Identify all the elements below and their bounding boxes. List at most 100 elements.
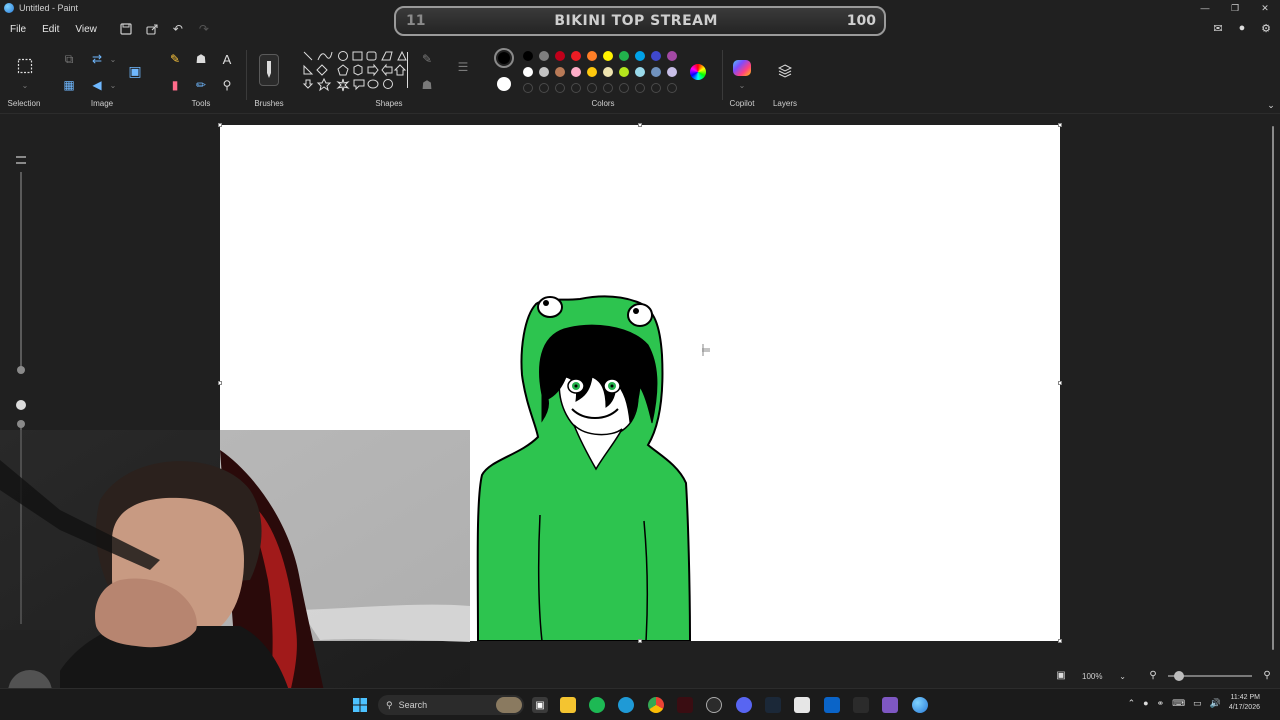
shapes-scrollbar[interactable] xyxy=(407,52,408,88)
menu-file[interactable]: File xyxy=(2,24,34,35)
undo-icon[interactable]: ↶ xyxy=(165,19,191,39)
vertical-scrollbar[interactable] xyxy=(1270,118,1276,658)
microphone-icon[interactable]: ⚭ xyxy=(1157,698,1165,709)
feedback-icon[interactable]: ✉ xyxy=(1210,20,1226,36)
file-explorer-icon[interactable] xyxy=(560,697,576,713)
resize-dropdown-icon[interactable]: ⌄ xyxy=(104,50,122,68)
color-swatch[interactable] xyxy=(587,51,597,61)
settings-gear-icon[interactable]: ⚙ xyxy=(1258,20,1274,36)
selection-dropdown-icon[interactable]: ⌄ xyxy=(16,76,34,94)
chrome-icon[interactable] xyxy=(648,697,664,713)
image-select-icon[interactable]: ▣ xyxy=(126,62,144,80)
color-swatch[interactable] xyxy=(571,51,581,61)
remove-background-icon[interactable]: ▦ xyxy=(60,76,78,94)
color-swatch[interactable] xyxy=(651,51,661,61)
custom-color-slot[interactable] xyxy=(603,83,613,93)
volume-icon[interactable]: 🔊 xyxy=(1210,698,1221,709)
canvas-handle-tr[interactable] xyxy=(1058,123,1062,127)
minimize-icon[interactable]: — xyxy=(1190,0,1220,16)
color-swatch[interactable] xyxy=(555,67,565,77)
zoom-level-dropdown[interactable]: 100% ⌄ xyxy=(1076,669,1132,683)
brush-icon[interactable] xyxy=(259,54,279,86)
canvas-handle-br[interactable] xyxy=(1058,639,1062,643)
discord-icon[interactable] xyxy=(736,697,752,713)
custom-color-slot[interactable] xyxy=(539,83,549,93)
edit-colors-icon[interactable] xyxy=(690,64,706,80)
color-swatch[interactable] xyxy=(667,67,677,77)
color-swatch[interactable] xyxy=(651,67,661,77)
clock[interactable]: 11:42 PM 4/17/2026 xyxy=(1229,693,1260,713)
copilot-icon[interactable] xyxy=(733,60,751,76)
custom-color-slot[interactable] xyxy=(523,83,533,93)
task-view-icon[interactable]: ▣ xyxy=(532,697,548,713)
app-icon-purple[interactable] xyxy=(882,697,898,713)
custom-color-slot[interactable] xyxy=(667,83,677,93)
save-icon[interactable] xyxy=(113,19,139,39)
rectangle-select-icon[interactable] xyxy=(15,56,35,76)
copilot-dropdown-icon[interactable]: ⌄ xyxy=(733,76,751,94)
maximize-icon[interactable]: ❐ xyxy=(1220,0,1250,16)
color-swatch[interactable] xyxy=(571,67,581,77)
windows-start-icon[interactable] xyxy=(352,697,368,713)
tray-app-icon[interactable]: ● xyxy=(1143,698,1148,708)
color-swatch[interactable] xyxy=(603,51,613,61)
canvas-handle-right[interactable] xyxy=(1058,381,1062,385)
color-swatch[interactable] xyxy=(523,67,533,77)
widgets-icon[interactable] xyxy=(496,697,522,713)
spotify-icon[interactable] xyxy=(589,697,605,713)
canvas-handle-bottom[interactable] xyxy=(638,639,642,643)
layers-icon[interactable] xyxy=(776,62,794,80)
color-swatch[interactable] xyxy=(539,67,549,77)
custom-color-slot[interactable] xyxy=(587,83,597,93)
custom-color-slot[interactable] xyxy=(571,83,581,93)
display-icon[interactable]: ▭ xyxy=(1193,698,1202,709)
pencil-icon[interactable]: ✎ xyxy=(166,50,184,68)
color-swatch[interactable] xyxy=(603,67,613,77)
color-swatch[interactable] xyxy=(619,51,629,61)
custom-color-slot[interactable] xyxy=(555,83,565,93)
canvas-handle-top[interactable] xyxy=(638,123,642,127)
eraser-icon[interactable]: ▮ xyxy=(166,76,184,94)
shapes-gallery-icon[interactable] xyxy=(302,50,408,100)
share-icon[interactable] xyxy=(139,19,165,39)
color-swatch[interactable] xyxy=(635,51,645,61)
magnifier-icon[interactable]: ⚲ xyxy=(218,76,236,94)
fill-bucket-icon[interactable]: ☗ xyxy=(192,50,210,68)
color-swatch[interactable] xyxy=(619,67,629,77)
tray-overflow-icon[interactable]: ⌃ xyxy=(1128,698,1136,709)
custom-color-slot[interactable] xyxy=(619,83,629,93)
color-swatch[interactable] xyxy=(555,51,565,61)
steam-icon[interactable] xyxy=(765,697,781,713)
secondary-color-swatch[interactable] xyxy=(497,77,511,91)
color-swatch[interactable] xyxy=(587,67,597,77)
canvas-handle-left[interactable] xyxy=(218,381,222,385)
menu-edit[interactable]: Edit xyxy=(34,24,67,35)
primary-color-swatch[interactable] xyxy=(494,48,514,68)
ribbon-collapse-icon[interactable]: ⌄ xyxy=(1262,96,1280,114)
paint-taskbar-icon[interactable] xyxy=(912,697,928,713)
account-icon[interactable]: ● xyxy=(1234,20,1250,36)
color-swatch[interactable] xyxy=(523,51,533,61)
color-picker-icon[interactable]: ✏ xyxy=(192,76,210,94)
keyboard-icon[interactable]: ⌨ xyxy=(1172,698,1185,709)
edge-icon[interactable] xyxy=(618,697,634,713)
zoom-slider-thumb[interactable] xyxy=(1174,671,1184,681)
zoom-in-icon[interactable]: ⚲ xyxy=(1258,666,1276,684)
fit-to-window-icon[interactable]: ▣ xyxy=(1052,666,1070,684)
color-swatch[interactable] xyxy=(539,51,549,61)
custom-color-slot[interactable] xyxy=(635,83,645,93)
zoom-out-icon[interactable]: ⚲ xyxy=(1144,666,1162,684)
rotate-dropdown-icon[interactable]: ⌄ xyxy=(104,76,122,94)
text-tool-icon[interactable]: A xyxy=(218,50,236,68)
app-icon-red[interactable] xyxy=(677,697,693,713)
canvas-handle-tl[interactable] xyxy=(218,123,222,127)
color-swatch[interactable] xyxy=(635,67,645,77)
obs-icon[interactable] xyxy=(706,697,722,713)
menu-view[interactable]: View xyxy=(67,24,105,35)
custom-color-slot[interactable] xyxy=(651,83,661,93)
terminal-icon[interactable] xyxy=(853,697,869,713)
outlook-icon[interactable] xyxy=(824,697,840,713)
app-icon-white[interactable] xyxy=(794,697,810,713)
close-icon[interactable]: ✕ xyxy=(1250,0,1280,16)
color-swatch[interactable] xyxy=(667,51,677,61)
